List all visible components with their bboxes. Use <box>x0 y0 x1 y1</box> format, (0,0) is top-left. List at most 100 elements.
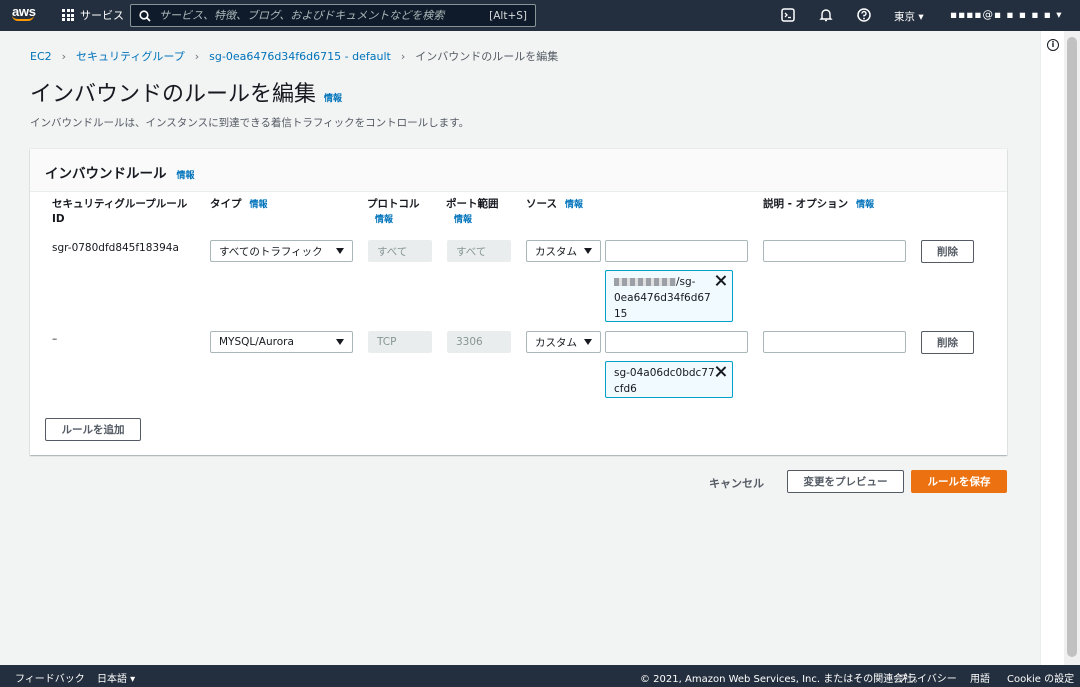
cancel-button[interactable]: キャンセル <box>709 475 764 491</box>
description-input[interactable] <box>763 240 906 262</box>
save-rules-button[interactable]: ルールを保存 <box>911 470 1007 493</box>
delete-label: 削除 <box>937 246 958 258</box>
source-type-select[interactable]: カスタム <box>526 240 601 262</box>
panel-title: インバウンドルール 情報 <box>45 162 195 182</box>
search-shortcut: [Alt+S] <box>489 9 527 22</box>
source-search-input[interactable] <box>619 336 754 348</box>
region-selector[interactable]: 東京 ▾ <box>894 9 924 24</box>
type-select[interactable]: MYSQL/Aurora <box>210 331 353 353</box>
help-icon[interactable] <box>857 8 871 22</box>
panel-header: インバウンドルール 情報 <box>30 149 1007 192</box>
language-selector[interactable]: 日本語 ▾ <box>97 670 135 685</box>
cloudshell-icon[interactable] <box>781 8 795 22</box>
add-rule-label: ルールを追加 <box>61 424 125 436</box>
info-icon[interactable]: i <box>1047 39 1059 51</box>
panel-info-link[interactable]: 情報 <box>177 168 195 181</box>
token-text-line1: /sg- <box>676 276 696 288</box>
column-type-label: タイプ <box>210 198 242 210</box>
breadcrumb-security-group[interactable]: sg-0ea6476d34f6d6715 - default <box>209 50 391 63</box>
caret-down-icon <box>584 339 592 345</box>
protocol-value: すべて <box>377 245 408 258</box>
info-panel-rail: i <box>1040 31 1064 665</box>
global-search[interactable]: [Alt+S] <box>130 4 536 27</box>
aws-logo-text: aws <box>12 4 36 19</box>
rule-id: sgr-0780dfd845f18394a <box>52 242 179 254</box>
breadcrumb-ec2[interactable]: EC2 <box>30 50 52 63</box>
column-protocol: プロトコル 情報 <box>367 197 420 228</box>
type-select-value: MYSQL/Aurora <box>219 336 294 348</box>
save-label: ルールを保存 <box>927 476 991 488</box>
page-info-link[interactable]: 情報 <box>324 91 342 104</box>
caret-down-icon <box>336 248 344 254</box>
type-select-value: すべてのトラフィック <box>219 245 323 258</box>
protocol-value: TCP <box>377 336 397 348</box>
inbound-rules-panel: インバウンドルール 情報 セキュリティグループルール ID タイプ 情報 プロトコ… <box>30 149 1007 455</box>
chevron-right-icon: › <box>61 49 67 63</box>
protocol-field: TCP <box>368 331 432 353</box>
rule-id: – <box>52 333 58 345</box>
source-token: sg-04a06dc0bdc77 cfd6 <box>605 361 733 398</box>
source-search-input[interactable] <box>619 245 754 257</box>
aws-logo[interactable]: aws <box>12 4 40 26</box>
source-search[interactable] <box>605 240 754 262</box>
chevron-right-icon: › <box>400 49 406 63</box>
column-protocol-label: プロトコル <box>367 198 420 210</box>
column-rule-id-line1: セキュリティグループルール <box>52 198 188 210</box>
column-source: ソース 情報 <box>526 197 583 213</box>
token-text-line3: 15 <box>614 308 628 320</box>
column-port-range-label: ポート範囲 <box>446 198 499 210</box>
caret-down-icon <box>336 339 344 345</box>
scrollbar-thumb[interactable] <box>1067 37 1077 657</box>
terms-link[interactable]: 用語 <box>970 670 990 685</box>
source-type-value: カスタム <box>535 245 577 258</box>
column-rule-id: セキュリティグループルール ID <box>52 197 187 227</box>
panel-title-text: インバウンドルール <box>45 166 167 182</box>
port-range-value: すべて <box>456 245 487 258</box>
description-input[interactable] <box>763 331 906 353</box>
cookie-settings-link[interactable]: Cookie の設定 <box>1007 670 1074 685</box>
delete-button[interactable]: 削除 <box>921 240 974 263</box>
type-select[interactable]: すべてのトラフィック <box>210 240 353 262</box>
token-text-line2: cfd6 <box>614 383 637 395</box>
preview-changes-button[interactable]: 変更をプレビュー <box>787 470 904 493</box>
source-token: /sg- 0ea6476d34f6d67 15 <box>605 270 733 322</box>
type-info-link[interactable]: 情報 <box>250 200 268 210</box>
source-type-select[interactable]: カスタム <box>526 331 601 353</box>
notifications-bell-icon[interactable] <box>819 8 833 22</box>
search-input[interactable] <box>151 9 490 22</box>
page-title: インバウンドのルールを編集 情報 <box>30 76 342 108</box>
copyright-text: © 2021, Amazon Web Services, Inc. またはその関… <box>640 674 924 685</box>
protocol-info-link[interactable]: 情報 <box>375 215 393 225</box>
source-search[interactable] <box>605 331 754 353</box>
services-label: サービス <box>80 9 124 22</box>
chevron-right-icon: › <box>194 49 200 63</box>
footer: フィードバック 日本語 ▾ © 2021, Amazon Web Service… <box>0 665 1080 687</box>
description-info-link[interactable]: 情報 <box>856 200 874 210</box>
delete-label: 削除 <box>937 337 958 349</box>
port-range-field: 3306 <box>447 331 511 353</box>
breadcrumb: EC2 › セキュリティグループ › sg-0ea6476d34f6d6715 … <box>30 48 558 64</box>
column-port-range: ポート範囲 情報 <box>446 197 499 228</box>
add-rule-button[interactable]: ルールを追加 <box>45 418 141 441</box>
feedback-link[interactable]: フィードバック <box>15 670 85 685</box>
column-description: 説明 - オプション 情報 <box>763 197 874 213</box>
close-icon[interactable] <box>715 275 726 286</box>
services-menu-button[interactable]: サービス <box>62 7 124 23</box>
delete-button[interactable]: 削除 <box>921 331 974 354</box>
source-info-link[interactable]: 情報 <box>565 200 583 210</box>
page-description: インバウンドルールは、インスタンスに到達できる着信トラフィックをコントロールしま… <box>30 117 470 129</box>
breadcrumb-security-groups[interactable]: セキュリティグループ <box>76 48 185 64</box>
token-text-line1: sg-04a06dc0bdc77 <box>614 367 715 379</box>
page-title-text: インバウンドのルールを編集 <box>30 82 317 107</box>
port-range-info-link[interactable]: 情報 <box>454 215 472 225</box>
column-source-label: ソース <box>526 198 557 210</box>
close-icon[interactable] <box>715 366 726 377</box>
top-navigation: aws サービス [Alt+S] 東京 ▾ ▪▪▪▪@▪ ▪ ▪ ▪ ▪ ▾ <box>0 0 1080 31</box>
account-menu[interactable]: ▪▪▪▪@▪ ▪ ▪ ▪ ▪ ▾ <box>950 9 1063 21</box>
token-text-line2: 0ea6476d34f6d67 <box>614 292 711 304</box>
port-range-value: 3306 <box>456 336 483 348</box>
privacy-link[interactable]: プライバシー <box>897 670 957 685</box>
column-rule-id-line2: ID <box>52 213 65 225</box>
grid-icon <box>62 9 74 21</box>
page-scrollbar[interactable] <box>1064 31 1080 665</box>
